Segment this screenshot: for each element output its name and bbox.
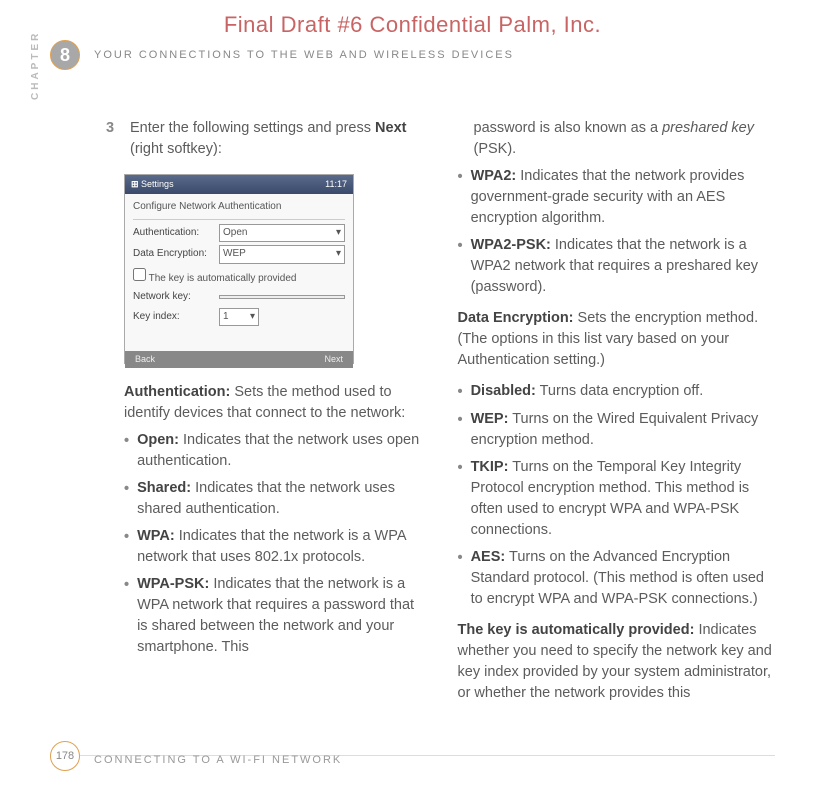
step-number: 3 [106,118,120,160]
page-header: 8 YOUR CONNECTIONS TO THE WEB AND WIRELE… [50,40,775,70]
item-text: Indicates that the network is a WPA netw… [137,528,406,565]
footer-section-title: CONNECTING TO A WI-FI NETWORK [94,754,342,766]
back-softkey[interactable]: Back [135,353,155,366]
auth-options-list: Open: Indicates that the network uses op… [124,430,424,658]
screenshot-row-enc: Data Encryption: WEP▾ [133,245,345,264]
keyidx-label: Key index: [133,310,213,325]
auth-options-list-cont: WPA2: Indicates that the network provide… [458,166,776,298]
step-text-before: Enter the following settings and press [130,120,375,136]
list-item: AES: Turns on the Advanced Encryption St… [458,547,776,610]
screenshot-clock: 11:17 [325,178,347,191]
keyidx-select[interactable]: 1▾ [219,308,259,327]
wpa-psk-continued: password is also known as a preshared ke… [474,118,776,160]
item-label: Open: [137,432,179,448]
item-text: Turns on the Temporal Key Integrity Prot… [471,459,750,538]
item-label: AES: [471,549,506,565]
item-label: Disabled: [471,383,536,399]
chevron-down-icon: ▾ [336,247,341,262]
item-text: Turns on the Wired Equivalent Privacy en… [471,411,759,448]
watermark-text: Final Draft #6 Confidential Palm, Inc. [50,12,775,38]
list-item: WEP: Turns on the Wired Equivalent Priva… [458,409,776,451]
item-label: WPA2-PSK: [471,237,551,253]
chapter-number-badge: 8 [50,40,80,70]
netkey-input[interactable] [219,295,345,299]
item-label: WPA-PSK: [137,576,209,592]
list-item: WPA: Indicates that the network is a WPA… [124,526,424,568]
screenshot-row-netkey: Network key: [133,290,345,305]
auto-key-label: The key is automatically provided [149,273,297,284]
data-encryption-heading: Data Encryption: [458,310,574,326]
right-column: password is also known as a preshared ke… [458,118,776,714]
step-text-after: (right softkey): [130,141,222,157]
key-auto-para: The key is automatically provided: Indic… [458,620,776,704]
list-item: Disabled: Turns data encryption off. [458,381,776,403]
step-body: Enter the following settings and press N… [130,118,424,160]
page-footer: 178 CONNECTING TO A WI-FI NETWORK [50,755,775,771]
screenshot-row-auth: Authentication: Open▾ [133,224,345,243]
screenshot-softkeys: Back Next [125,351,353,368]
item-label: WPA2: [471,168,517,184]
item-label: TKIP: [471,459,509,475]
screenshot-heading: Configure Network Authentication [133,198,345,220]
auth-select[interactable]: Open▾ [219,224,345,243]
enc-label: Data Encryption: [133,247,213,262]
next-softkey[interactable]: Next [324,353,343,366]
list-item: WPA2-PSK: Indicates that the network is … [458,235,776,298]
auto-key-checkbox-row: The key is automatically provided [133,268,345,287]
item-text: Turns data encryption off. [536,383,703,399]
list-item: Open: Indicates that the network uses op… [124,430,424,472]
chapter-label-vertical: CHAPTER [30,31,41,100]
left-column: 3 Enter the following settings and press… [106,118,424,714]
item-label: WPA: [137,528,175,544]
data-encryption-para: Data Encryption: Sets the encryption met… [458,308,776,371]
list-item: WPA2: Indicates that the network provide… [458,166,776,229]
main-content: 3 Enter the following settings and press… [50,118,775,714]
list-item: Shared: Indicates that the network uses … [124,478,424,520]
step-keyword: Next [375,120,406,136]
enc-select[interactable]: WEP▾ [219,245,345,264]
encryption-options-list: Disabled: Turns data encryption off. WEP… [458,381,776,610]
cont-text-a: password is also known as a [474,120,663,136]
chevron-down-icon: ▾ [336,226,341,241]
item-text: Indicates that the network uses open aut… [137,432,419,469]
auto-key-checkbox[interactable] [133,268,146,281]
cont-text-italic: preshared key [662,120,754,136]
screenshot-row-keyidx: Key index: 1▾ [133,308,345,327]
step-3: 3 Enter the following settings and press… [106,118,424,160]
device-screenshot: ⊞ Settings 11:17 Configure Network Authe… [124,174,354,364]
list-item: WPA-PSK: Indicates that the network is a… [124,574,424,658]
screenshot-title: ⊞ Settings [131,178,174,191]
authentication-heading: Authentication: [124,384,230,400]
page-number-badge: 178 [50,741,80,771]
item-label: WEP: [471,411,509,427]
netkey-label: Network key: [133,290,213,305]
chevron-down-icon: ▾ [250,310,255,325]
auth-label: Authentication: [133,226,213,241]
authentication-para: Authentication: Sets the method used to … [124,382,424,424]
item-text: Turns on the Advanced Encryption Standar… [471,549,764,607]
list-item: TKIP: Turns on the Temporal Key Integrit… [458,457,776,541]
key-auto-heading: The key is automatically provided: [458,622,695,638]
cont-text-b: (PSK). [474,141,517,157]
header-subtitle: YOUR CONNECTIONS TO THE WEB AND WIRELESS… [94,49,514,61]
screenshot-titlebar: ⊞ Settings 11:17 [125,175,353,194]
item-label: Shared: [137,480,191,496]
